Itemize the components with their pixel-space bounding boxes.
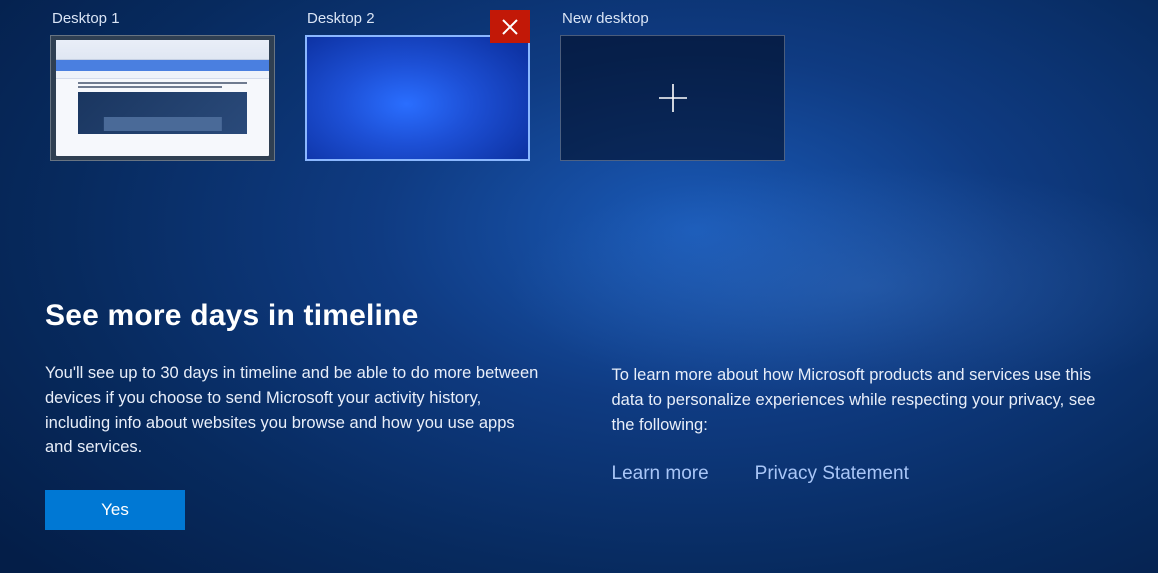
promo-left-column: See more days in timeline You'll see up …	[45, 299, 542, 530]
new-desktop-slot: New desktop	[560, 10, 785, 161]
promo-right-column: To learn more about how Microsoft produc…	[612, 299, 1109, 530]
virtual-desktops-strip: Desktop 1 Desktop 2 New desktop	[0, 0, 1158, 169]
promo-links: Learn more Privacy Statement	[612, 463, 1109, 485]
promo-body-left: You'll see up to 30 days in timeline and…	[45, 361, 542, 460]
thumbnail-preview	[56, 40, 269, 156]
promo-body-right: To learn more about how Microsoft produc…	[612, 363, 1109, 437]
privacy-statement-link[interactable]: Privacy Statement	[755, 463, 909, 485]
desktop-label: Desktop 1	[50, 10, 275, 27]
desktop-thumbnail-2[interactable]	[305, 35, 530, 161]
desktop-slot: Desktop 2	[305, 10, 530, 161]
promo-title: See more days in timeline	[45, 299, 542, 333]
desktop-slot: Desktop 1	[50, 10, 275, 161]
new-desktop-label: New desktop	[560, 10, 785, 27]
new-desktop-button[interactable]	[560, 35, 785, 161]
plus-icon	[656, 81, 690, 115]
desktop-thumbnail-1[interactable]	[50, 35, 275, 161]
yes-button[interactable]: Yes	[45, 490, 185, 530]
learn-more-link[interactable]: Learn more	[612, 463, 709, 485]
close-icon	[501, 18, 519, 36]
timeline-promo-panel: See more days in timeline You'll see up …	[0, 169, 1158, 530]
close-desktop-button[interactable]	[490, 10, 530, 43]
